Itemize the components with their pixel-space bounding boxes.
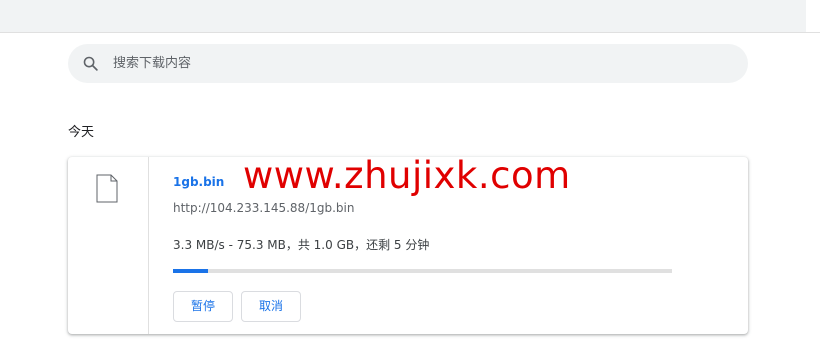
search-box[interactable] xyxy=(68,44,748,83)
pause-button[interactable]: 暂停 xyxy=(173,291,233,322)
download-progress-bar xyxy=(173,269,672,273)
cancel-button[interactable]: 取消 xyxy=(241,291,301,322)
toolbar-edge xyxy=(806,0,820,32)
search-input[interactable] xyxy=(113,44,713,83)
date-section-heading: 今天 xyxy=(68,125,95,140)
watermark-text: www.zhujixk.com xyxy=(243,154,571,197)
search-icon xyxy=(83,56,98,71)
file-source-url[interactable]: http://104.233.145.88/1gb.bin xyxy=(173,201,354,215)
download-status-text: 3.3 MB/s - 75.3 MB，共 1.0 GB，还剩 5 分钟 xyxy=(173,238,430,252)
file-name-link[interactable]: 1gb.bin xyxy=(173,175,224,189)
file-icon xyxy=(96,174,118,203)
top-toolbar xyxy=(0,0,820,33)
card-divider xyxy=(148,157,149,334)
download-progress-fill xyxy=(173,269,208,273)
